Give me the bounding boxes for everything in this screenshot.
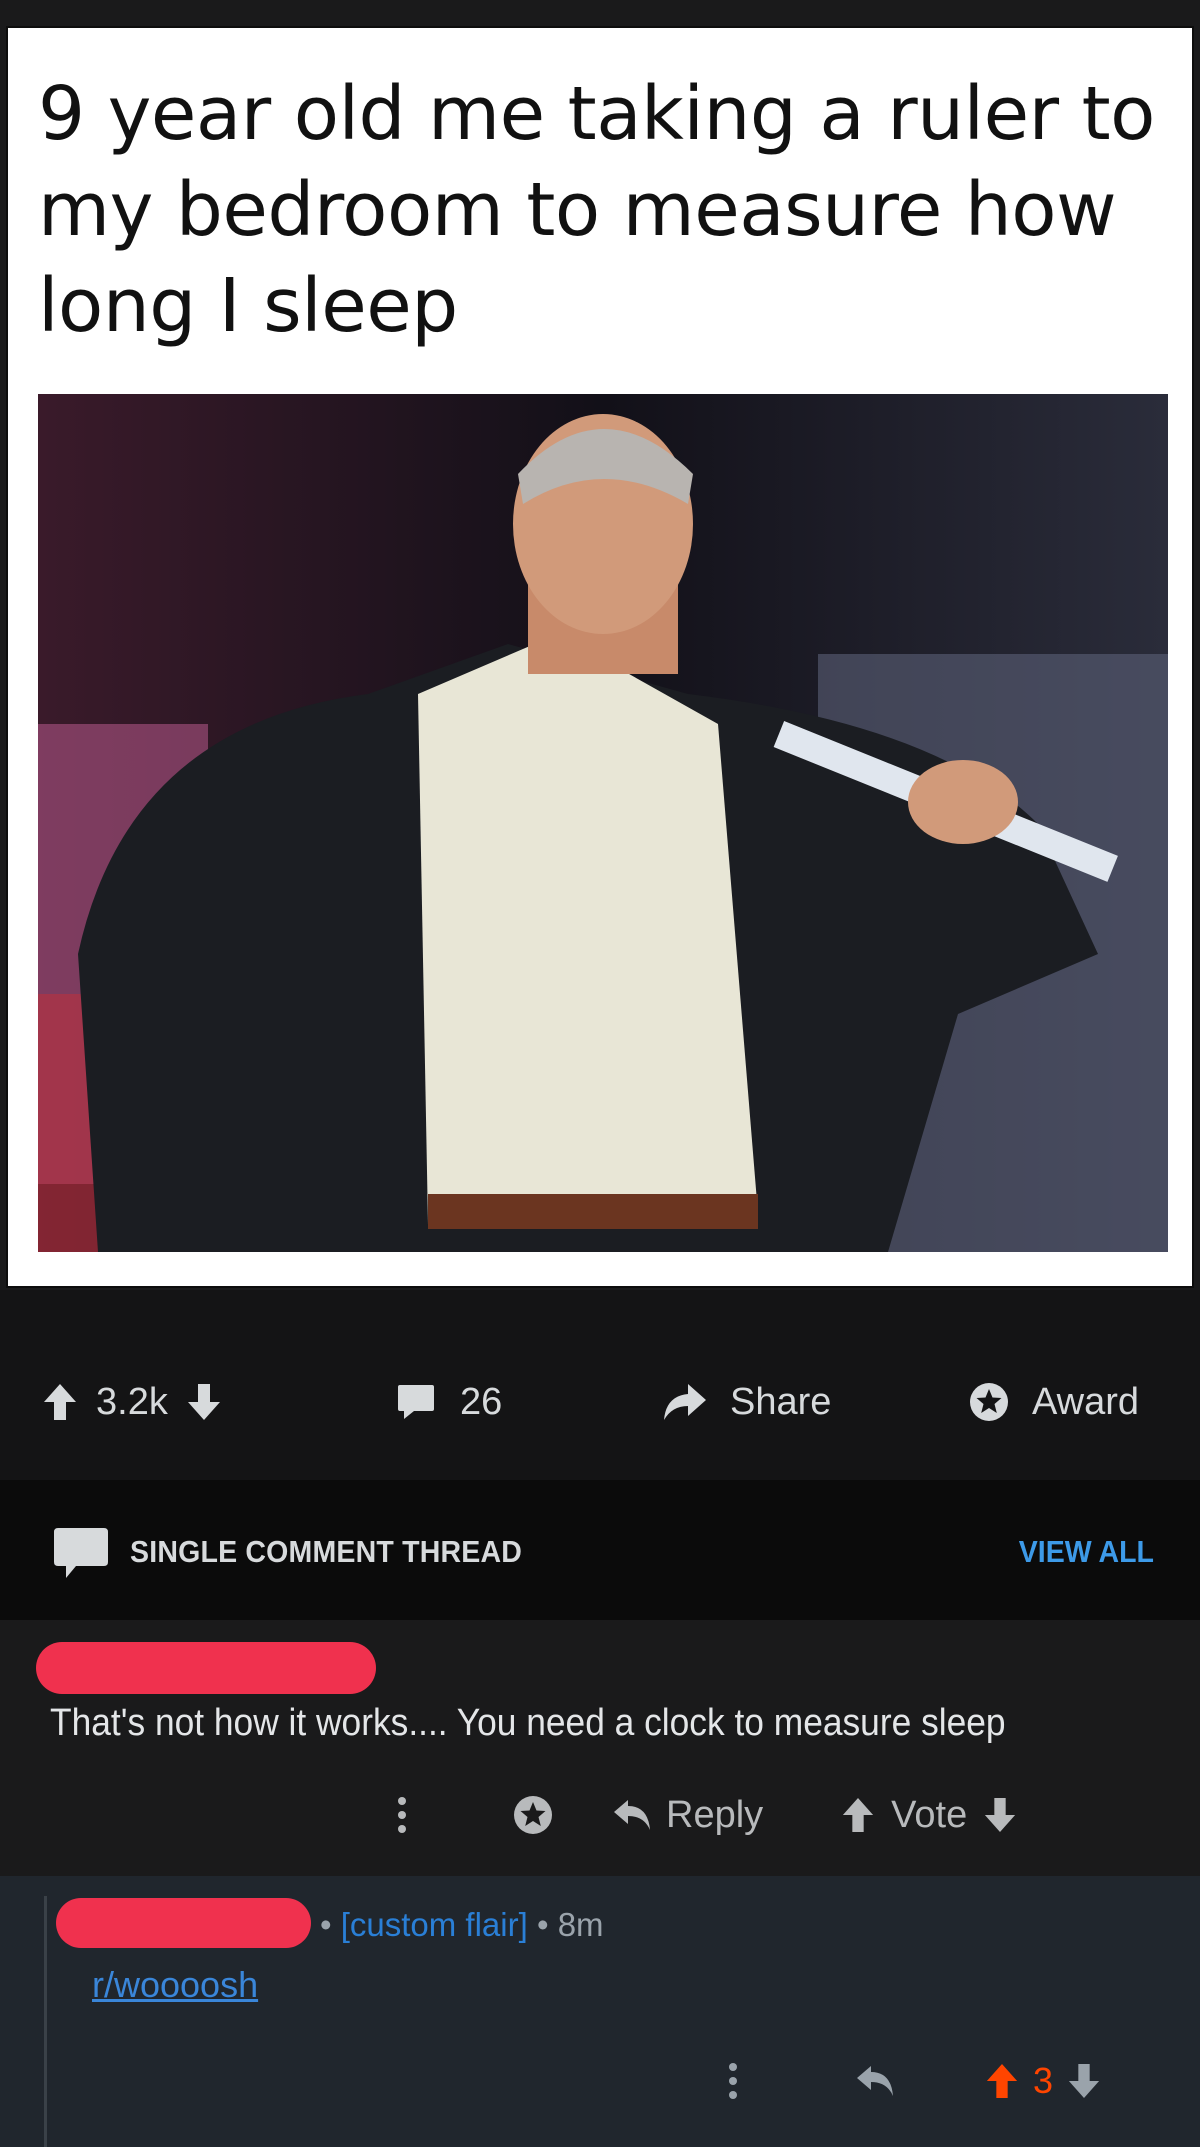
comments-button[interactable]: 26: [396, 1380, 502, 1424]
single-comment-thread-bar: SINGLE COMMENT THREAD VIEW ALL: [0, 1480, 1200, 1620]
thread-label: SINGLE COMMENT THREAD: [130, 1534, 523, 1569]
reply-label: Reply: [666, 1793, 764, 1836]
award-star-icon: [970, 1383, 1008, 1421]
arrow-down-icon[interactable]: [983, 1796, 1017, 1834]
award-label: Award: [1032, 1380, 1140, 1423]
arrow-down-icon[interactable]: [186, 1382, 222, 1422]
comments-count: 26: [460, 1380, 503, 1423]
post-score: 3.2k: [96, 1380, 168, 1423]
meme-photo: [38, 394, 1168, 1252]
arrow-up-icon[interactable]: [985, 2062, 1019, 2100]
meme-caption: 9 year old me taking a ruler to my bedro…: [38, 71, 1155, 349]
thread-bubble-icon: [54, 1528, 108, 1578]
meta-separator: •: [320, 1906, 332, 1943]
arrow-up-icon[interactable]: [42, 1382, 78, 1422]
share-arrow-icon: [664, 1384, 706, 1420]
vote-group: 3.2k: [42, 1380, 222, 1424]
reply-score: 3: [1033, 2060, 1054, 2101]
arrow-up-icon[interactable]: [841, 1796, 875, 1834]
reply-meta: • [custom flair] • 8m: [320, 1906, 604, 1944]
subreddit-link[interactable]: r/woooosh: [92, 1964, 258, 2006]
reply-arrow-icon: [614, 1800, 650, 1830]
post-action-bar: 3.2k 26 Share Award: [0, 1290, 1200, 1480]
meta-separator: •: [536, 1906, 549, 1943]
meme-image-card[interactable]: 9 year old me taking a ruler to my bedro…: [6, 26, 1194, 1288]
reply-age: 8m: [557, 1906, 604, 1943]
nested-reply: • [custom flair] • 8m r/woooosh 3: [0, 1876, 1200, 2147]
award-star-icon[interactable]: [512, 1794, 554, 1836]
redacted-username: [36, 1642, 376, 1694]
award-button[interactable]: Award: [968, 1380, 1139, 1424]
comment: That's not how it works.... You need a c…: [0, 1620, 1200, 1876]
comment-actions: Reply Vote: [396, 1785, 1017, 1845]
comment-bubble-icon: [398, 1385, 434, 1419]
vote-control: Vote: [841, 1794, 1017, 1837]
vertical-dots-icon[interactable]: [727, 2061, 739, 2101]
user-flair: [custom flair]: [340, 1906, 528, 1943]
vertical-dots-icon[interactable]: [396, 1795, 408, 1835]
redacted-username: [56, 1898, 311, 1948]
comment-body: That's not how it works.... You need a c…: [50, 1702, 1006, 1744]
reply-arrow-icon[interactable]: [855, 2064, 895, 2098]
vote-label: Vote: [891, 1793, 968, 1836]
share-label: Share: [730, 1380, 832, 1423]
share-button[interactable]: Share: [662, 1380, 831, 1424]
reply-button[interactable]: Reply: [612, 1794, 763, 1837]
thread-rail[interactable]: [44, 1896, 47, 2147]
arrow-down-icon[interactable]: [1067, 2062, 1101, 2100]
reply-actions: 3: [727, 2051, 1101, 2111]
view-all-link[interactable]: VIEW ALL: [1019, 1534, 1154, 1570]
